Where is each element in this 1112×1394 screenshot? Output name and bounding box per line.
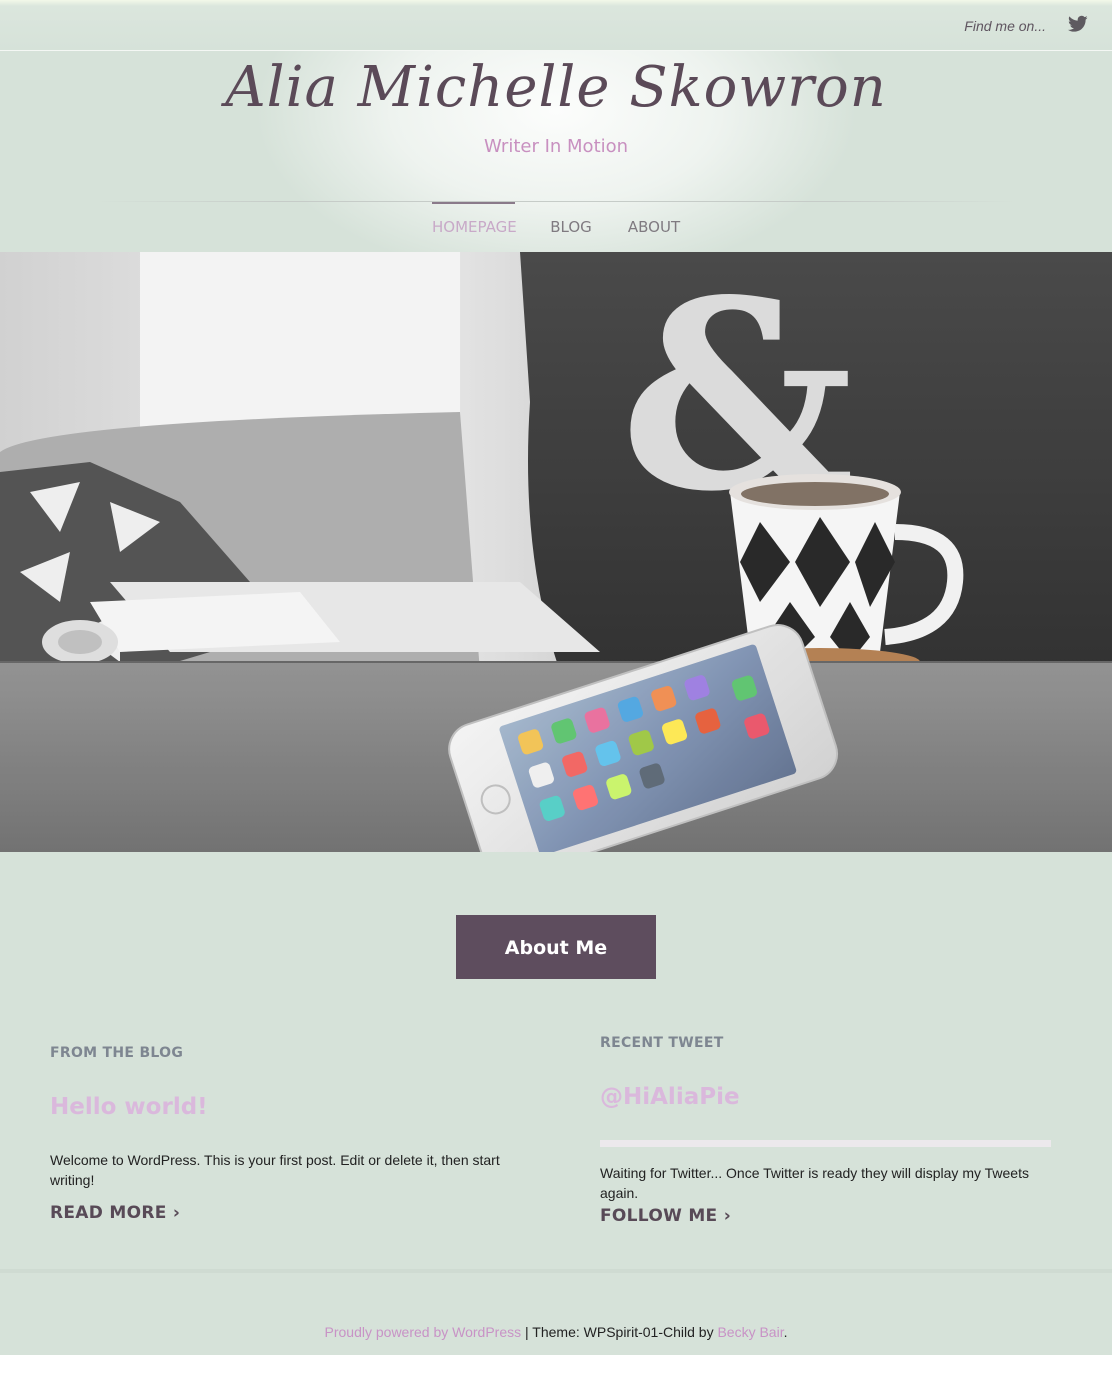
find-me-label: Find me on...: [964, 18, 1046, 34]
hero-image: &: [0, 252, 1112, 852]
footer-divider: [0, 1269, 1112, 1273]
site-title[interactable]: Alia Michelle Skowron: [0, 51, 1112, 125]
twitter-icon[interactable]: [1068, 15, 1088, 33]
footer-end: .: [783, 1324, 788, 1340]
blog-post-title[interactable]: Hello world!: [50, 1094, 208, 1120]
nav-item-blog[interactable]: BLOG: [545, 202, 597, 252]
twitter-handle[interactable]: @HiAliaPie: [600, 1084, 740, 1110]
tweet-divider: [600, 1140, 1051, 1147]
top-bar: Find me on...: [0, 0, 1112, 51]
main-nav: HOMEPAGE BLOG ABOUT: [0, 202, 1112, 252]
nav-item-homepage[interactable]: HOMEPAGE: [432, 202, 517, 254]
tweet-section-label: RECENT TWEET: [600, 1035, 724, 1051]
about-me-button[interactable]: About Me: [456, 915, 656, 979]
hero-photo-illustration: &: [0, 252, 1112, 852]
blog-post-excerpt: Welcome to WordPress. This is your first…: [50, 1152, 500, 1188]
nav-item-about[interactable]: ABOUT: [624, 202, 684, 252]
site-header: Alia Michelle Skowron Writer In Motion H…: [0, 51, 1112, 252]
footer-theme-text: | Theme: WPSpirit-01-Child by: [521, 1324, 718, 1340]
wordpress-link[interactable]: Proudly powered by WordPress: [325, 1324, 522, 1340]
site-footer: Proudly powered by WordPress | Theme: WP…: [0, 1324, 1112, 1340]
site-tagline: Writer In Motion: [483, 136, 629, 157]
follow-me-link[interactable]: FOLLOW ME ›: [600, 1206, 731, 1226]
read-more-link[interactable]: READ MORE ›: [50, 1203, 180, 1223]
tweet-text: Waiting for Twitter... Once Twitter is r…: [600, 1165, 1029, 1201]
theme-author-link[interactable]: Becky Bair: [717, 1324, 783, 1340]
blog-section-label: FROM THE BLOG: [50, 1045, 184, 1061]
page: Find me on... Alia Michelle Skowron Writ…: [0, 0, 1112, 1355]
